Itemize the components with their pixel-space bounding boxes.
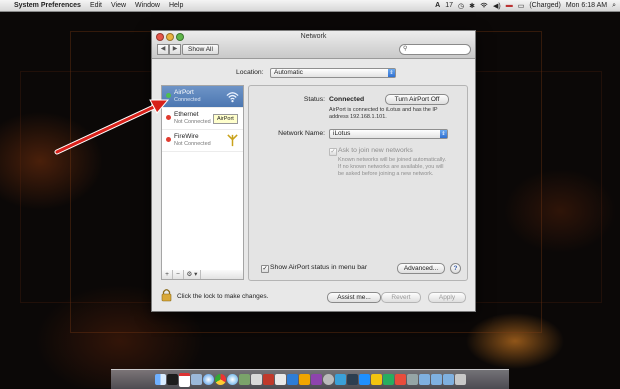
- network-name-label: Network Name:: [278, 130, 325, 137]
- service-status: Not Connected: [174, 119, 211, 125]
- chevron-updown-icon: ⇕: [440, 130, 447, 138]
- gear-menu-button[interactable]: ⚙ ▾: [184, 270, 201, 279]
- search-field[interactable]: ⚲: [399, 44, 471, 55]
- battery-status: (Charged): [529, 2, 561, 9]
- location-label: Location:: [236, 69, 264, 76]
- airport-tooltip: AirPort: [213, 114, 238, 124]
- adobe-count: 17: [445, 2, 453, 9]
- show-all-button[interactable]: Show All: [182, 44, 219, 55]
- location-select[interactable]: Automatic ⇕: [270, 68, 396, 78]
- ask-join-label: Ask to join new networks: [338, 147, 413, 154]
- spotlight-icon[interactable]: ⌕: [612, 2, 616, 10]
- menu-bar: System Preferences Edit View Window Help…: [0, 0, 620, 12]
- status-menus: A 17 ◷ ✱ ◀) ▬ ▭ (Charged) Mon 6:18 AM ⌕: [435, 2, 620, 10]
- folder-icon[interactable]: [442, 374, 454, 385]
- app-icon[interactable]: [298, 374, 310, 385]
- menu-view[interactable]: View: [111, 2, 126, 9]
- trash-icon[interactable]: [454, 374, 466, 385]
- status-value: Connected: [329, 96, 365, 103]
- service-list-toolbar: + − ⚙ ▾: [161, 270, 244, 280]
- location-value: Automatic: [274, 69, 303, 76]
- search-icon: ⚲: [403, 46, 408, 52]
- chrome-icon[interactable]: [214, 374, 226, 385]
- clock[interactable]: Mon 6:18 AM: [566, 2, 607, 9]
- remove-service-button[interactable]: −: [173, 270, 184, 279]
- title-bar: Network ◀ ▶ Show All ⚲: [152, 31, 475, 59]
- menu-help[interactable]: Help: [169, 2, 183, 9]
- app-icon[interactable]: [382, 374, 394, 385]
- detail-pane: Status: Connected Turn AirPort Off AirPo…: [248, 85, 468, 281]
- volume-icon[interactable]: ◀): [493, 2, 501, 10]
- folder-icon[interactable]: [430, 374, 442, 385]
- service-firewire[interactable]: FireWire Not Connected: [162, 130, 243, 152]
- time-machine-icon[interactable]: ◷: [458, 2, 464, 10]
- status-description: AirPort is connected to iLotus and has t…: [329, 107, 438, 120]
- flag-icon[interactable]: ▬: [506, 2, 513, 9]
- status-label: Status:: [303, 96, 325, 103]
- forward-button[interactable]: ▶: [169, 44, 181, 55]
- adobe-icon[interactable]: A: [435, 2, 440, 9]
- service-status: Not Connected: [174, 141, 211, 147]
- status-dot: [166, 93, 171, 98]
- folder-icon[interactable]: [418, 374, 430, 385]
- turn-airport-off-button[interactable]: Turn AirPort Off: [385, 94, 449, 105]
- service-status: Connected: [174, 97, 201, 103]
- status-dot: [166, 115, 171, 120]
- wifi-icon: [226, 92, 239, 103]
- menu-window[interactable]: Window: [135, 2, 160, 9]
- ask-join-checkbox[interactable]: ✓: [329, 148, 337, 156]
- ask-join-description: Known networks will be joined automatica…: [338, 157, 447, 177]
- photos-icon[interactable]: [238, 374, 250, 385]
- app-icon[interactable]: [310, 374, 322, 385]
- calendar-icon[interactable]: [178, 372, 190, 387]
- revert-button[interactable]: Revert: [381, 292, 421, 303]
- assist-me-button[interactable]: Assist me...: [327, 292, 381, 303]
- status-dot: [166, 137, 171, 142]
- finder-icon[interactable]: [154, 374, 166, 385]
- network-name-select[interactable]: iLotus ⇕: [329, 129, 448, 139]
- apply-button[interactable]: Apply: [428, 292, 466, 303]
- service-airport[interactable]: AirPort Connected: [162, 86, 243, 108]
- app-icon[interactable]: [286, 374, 298, 385]
- service-name: FireWire: [174, 133, 199, 140]
- app-icon[interactable]: [370, 374, 382, 385]
- wifi-menu-icon[interactable]: [480, 2, 488, 9]
- network-preferences-window: Network ◀ ▶ Show All ⚲ Location: Automat…: [151, 30, 476, 312]
- service-name: AirPort: [174, 89, 194, 96]
- app-icon[interactable]: [346, 374, 358, 385]
- menu-app-name[interactable]: System Preferences: [14, 2, 81, 9]
- show-status-label: Show AirPort status in menu bar: [270, 264, 368, 271]
- firewire-icon: [227, 134, 238, 147]
- app-icon[interactable]: [394, 374, 406, 385]
- mail-icon[interactable]: [190, 374, 202, 385]
- app-icon[interactable]: [334, 374, 346, 385]
- back-button[interactable]: ◀: [157, 44, 169, 55]
- safari-icon[interactable]: [202, 374, 214, 385]
- app-icon[interactable]: [274, 374, 286, 385]
- app-icon[interactable]: [262, 374, 274, 385]
- network-name-value: iLotus: [333, 130, 351, 137]
- help-button[interactable]: ?: [450, 263, 461, 274]
- chevron-updown-icon: ⇕: [388, 69, 395, 77]
- nav-buttons: ◀ ▶: [157, 44, 181, 55]
- window-title: Network: [300, 33, 327, 40]
- x11-icon[interactable]: [166, 374, 178, 385]
- menu-edit[interactable]: Edit: [90, 2, 102, 9]
- battery-icon[interactable]: ▭: [518, 2, 525, 10]
- show-status-checkbox[interactable]: ✓: [261, 265, 269, 273]
- lock-icon[interactable]: [161, 288, 172, 302]
- dock: [111, 369, 509, 389]
- app-icon[interactable]: [322, 374, 334, 385]
- advanced-button[interactable]: Advanced...: [397, 263, 445, 274]
- app-icon[interactable]: [358, 374, 370, 385]
- bluetooth-icon[interactable]: ✱: [469, 2, 475, 10]
- add-service-button[interactable]: +: [162, 270, 173, 279]
- app-icon[interactable]: [250, 374, 262, 385]
- service-name: Ethernet: [174, 111, 199, 118]
- app-icon[interactable]: [406, 374, 418, 385]
- lock-message: Click the lock to make changes.: [177, 293, 269, 300]
- itunes-icon[interactable]: [226, 374, 238, 385]
